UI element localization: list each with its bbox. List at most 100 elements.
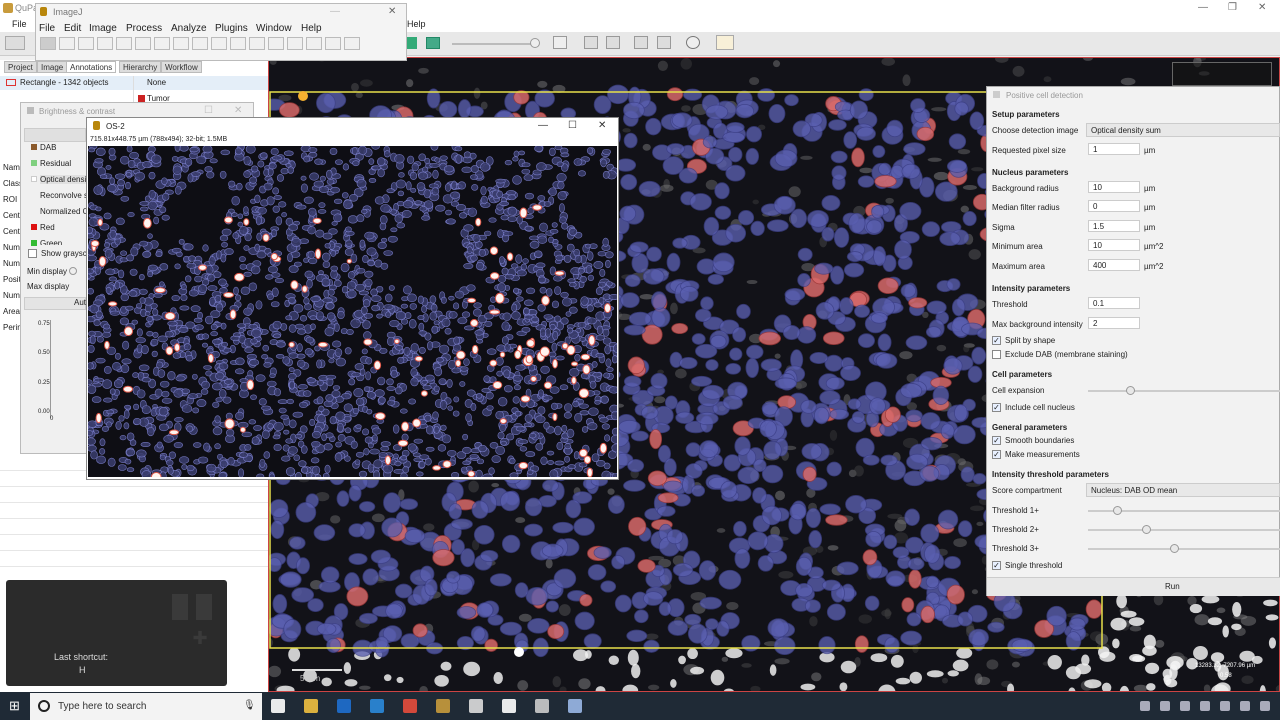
imagej-minimize-icon[interactable]: — [330, 6, 340, 17]
close-icon[interactable]: ✕ [1258, 2, 1266, 13]
bc-close-icon[interactable]: ✕ [234, 105, 242, 116]
include-nucleus-checkbox[interactable]: ✓ [992, 403, 1001, 412]
ij-tool-icon[interactable] [268, 37, 284, 50]
move-tool-icon[interactable] [5, 36, 25, 50]
people-icon[interactable] [1140, 701, 1150, 711]
file-explorer-icon[interactable] [304, 699, 318, 713]
min-area-input[interactable]: 10 [1088, 239, 1140, 251]
mail-icon[interactable] [469, 699, 483, 713]
os2-canvas[interactable] [88, 146, 617, 477]
ij-tool-icon[interactable] [135, 37, 151, 50]
threshold3-knob[interactable] [1170, 544, 1180, 553]
ij-tool-icon[interactable] [78, 37, 94, 50]
qupath-icon[interactable] [568, 699, 582, 713]
menu-file[interactable]: File [12, 19, 27, 29]
spark-icon[interactable] [502, 699, 516, 713]
restore-icon[interactable]: ❐ [1228, 2, 1237, 13]
cell-expansion-slider[interactable] [1088, 390, 1280, 392]
threshold2-slider[interactable] [1088, 529, 1280, 531]
list-icon[interactable] [657, 36, 671, 49]
bg-radius-input[interactable]: 10 [1088, 181, 1140, 193]
threshold3-slider[interactable] [1088, 548, 1280, 550]
tab-image[interactable]: Image [37, 61, 68, 73]
fill-icon[interactable] [606, 36, 620, 49]
ij-menu-analyze[interactable]: Analyze [171, 23, 207, 34]
single-threshold-checkbox[interactable]: ✓ [992, 561, 1001, 570]
opacity-slider[interactable] [452, 43, 538, 45]
pixel-size-input[interactable]: 1 [1088, 143, 1140, 155]
smooth-boundaries-checkbox[interactable]: ✓ [992, 436, 1001, 445]
grid-view-icon[interactable] [426, 37, 440, 49]
ij-tool-icon[interactable] [97, 37, 113, 50]
ij-tool-icon[interactable] [173, 37, 189, 50]
ij-tool-icon[interactable] [154, 37, 170, 50]
opacity-slider-knob[interactable] [530, 38, 540, 48]
exclude-dab-checkbox[interactable] [992, 350, 1001, 359]
channel-residual[interactable]: Residual [40, 159, 71, 168]
network-icon[interactable] [1200, 701, 1210, 711]
table-icon[interactable] [553, 36, 567, 49]
tab-annotations[interactable]: Annotations [66, 61, 117, 73]
ij-tool-icon[interactable] [192, 37, 208, 50]
ij-menu-help[interactable]: Help [301, 23, 322, 34]
overview-thumbnail[interactable] [1172, 62, 1272, 86]
menu-help[interactable]: Help [407, 19, 426, 29]
task-view-icon[interactable] [271, 699, 285, 713]
tab-project[interactable]: Project [4, 61, 37, 73]
channel-red[interactable]: Red [40, 223, 55, 232]
ij-tool-icon[interactable] [59, 37, 75, 50]
threshold2-knob[interactable] [1141, 525, 1151, 534]
ij-tool-icon[interactable] [211, 37, 227, 50]
edge-icon[interactable] [370, 699, 384, 713]
ij-menu-image[interactable]: Image [89, 23, 117, 34]
channel-reconvolve[interactable]: Reconvolve s [40, 191, 88, 200]
show-grayscale-checkbox[interactable] [28, 249, 37, 258]
tab-hierarchy[interactable]: Hierarchy [119, 61, 162, 73]
volume-icon[interactable] [1220, 701, 1230, 711]
ij-tool-icon[interactable] [344, 37, 360, 50]
make-measurements-checkbox[interactable]: ✓ [992, 450, 1001, 459]
ij-tool-icon[interactable] [287, 37, 303, 50]
ij-tool-icon[interactable] [40, 37, 56, 50]
channel-normalized[interactable]: Normalized C [40, 207, 88, 216]
imagej-icon[interactable] [436, 699, 450, 713]
threshold-input[interactable]: 0.1 [1088, 297, 1140, 309]
keyboard-icon[interactable] [1240, 701, 1250, 711]
ij-tool-icon[interactable] [116, 37, 132, 50]
microphone-icon[interactable]: 🎙 [243, 700, 256, 711]
cells-icon[interactable] [634, 36, 648, 49]
ij-tool-icon[interactable] [325, 37, 341, 50]
chrome-icon[interactable] [403, 699, 417, 713]
min-display-slider[interactable] [69, 267, 77, 275]
settings-icon[interactable] [535, 699, 549, 713]
ij-tool-icon[interactable] [306, 37, 322, 50]
imagej-close-icon[interactable]: ✕ [388, 6, 396, 17]
overlay-icon[interactable] [584, 36, 598, 49]
notification-icon[interactable] [1260, 701, 1270, 711]
max-area-input[interactable]: 400 [1088, 259, 1140, 271]
outlook-icon[interactable] [337, 699, 351, 713]
bc-maximize-icon[interactable]: ☐ [204, 105, 213, 116]
cell-expansion-knob[interactable] [1126, 386, 1136, 395]
os2-close-icon[interactable]: ✕ [598, 120, 606, 131]
ij-tool-icon[interactable] [230, 37, 246, 50]
sigma-input[interactable]: 1.5 [1088, 220, 1140, 232]
os2-maximize-icon[interactable]: ☐ [568, 120, 577, 131]
ij-menu-plugins[interactable]: Plugins [215, 23, 248, 34]
run-button[interactable] [987, 577, 1280, 596]
max-bg-input[interactable]: 2 [1088, 317, 1140, 329]
channel-optical-density[interactable]: Optical densi [40, 175, 87, 184]
ij-menu-edit[interactable]: Edit [64, 23, 81, 34]
channel-green[interactable]: Green [40, 239, 62, 245]
cloud-icon[interactable] [1180, 701, 1190, 711]
gear-icon[interactable] [686, 36, 700, 49]
ij-tool-icon[interactable] [249, 37, 265, 50]
channel-dab[interactable]: DAB [40, 143, 56, 152]
tab-workflow[interactable]: Workflow [161, 61, 202, 73]
threshold1-knob[interactable] [1112, 506, 1122, 515]
os2-minimize-icon[interactable]: — [538, 120, 548, 131]
chevron-up-icon[interactable] [1160, 701, 1170, 711]
ij-menu-window[interactable]: Window [256, 23, 292, 34]
split-shape-checkbox[interactable]: ✓ [992, 336, 1001, 345]
ij-menu-file[interactable]: File [39, 23, 55, 34]
